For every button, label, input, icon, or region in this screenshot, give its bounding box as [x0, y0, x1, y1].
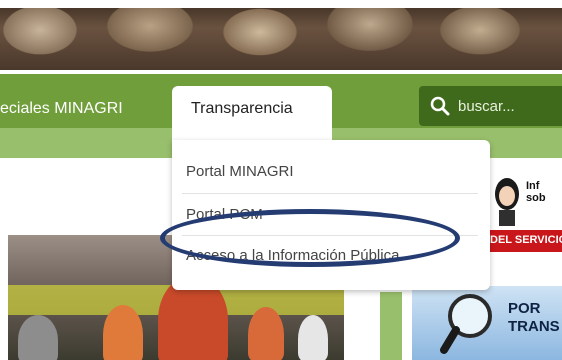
menu-separator [182, 235, 478, 236]
banner-image [0, 0, 562, 70]
tab-transparencia-label[interactable]: Transparencia [191, 100, 293, 118]
nav-item-especiales-minagri[interactable]: eciales MINAGRI [0, 100, 123, 118]
search-input[interactable] [458, 96, 558, 116]
ad-banner-transparency[interactable]: POR TRANS [412, 286, 562, 360]
menu-separator [182, 193, 478, 194]
menu-item-acceso-informacion-publica[interactable]: Acceso a la Información Pública [186, 247, 399, 264]
magnifier-icon [440, 294, 492, 354]
ad-info-text: Inf sob [526, 180, 546, 204]
menu-item-portal-pcm[interactable]: Portal PCM [186, 206, 263, 223]
ad-red-bar-text: DEL SERVICIO [490, 234, 562, 246]
search-icon[interactable] [430, 96, 450, 116]
woman-avatar-icon [495, 178, 519, 226]
ad-transparency-text: POR TRANS [508, 300, 560, 335]
menu-item-portal-minagri[interactable]: Portal MINAGRI [186, 163, 294, 180]
ad-banner-info[interactable]: Inf sob DEL SERVICIO [486, 170, 562, 256]
side-strip [380, 292, 402, 360]
